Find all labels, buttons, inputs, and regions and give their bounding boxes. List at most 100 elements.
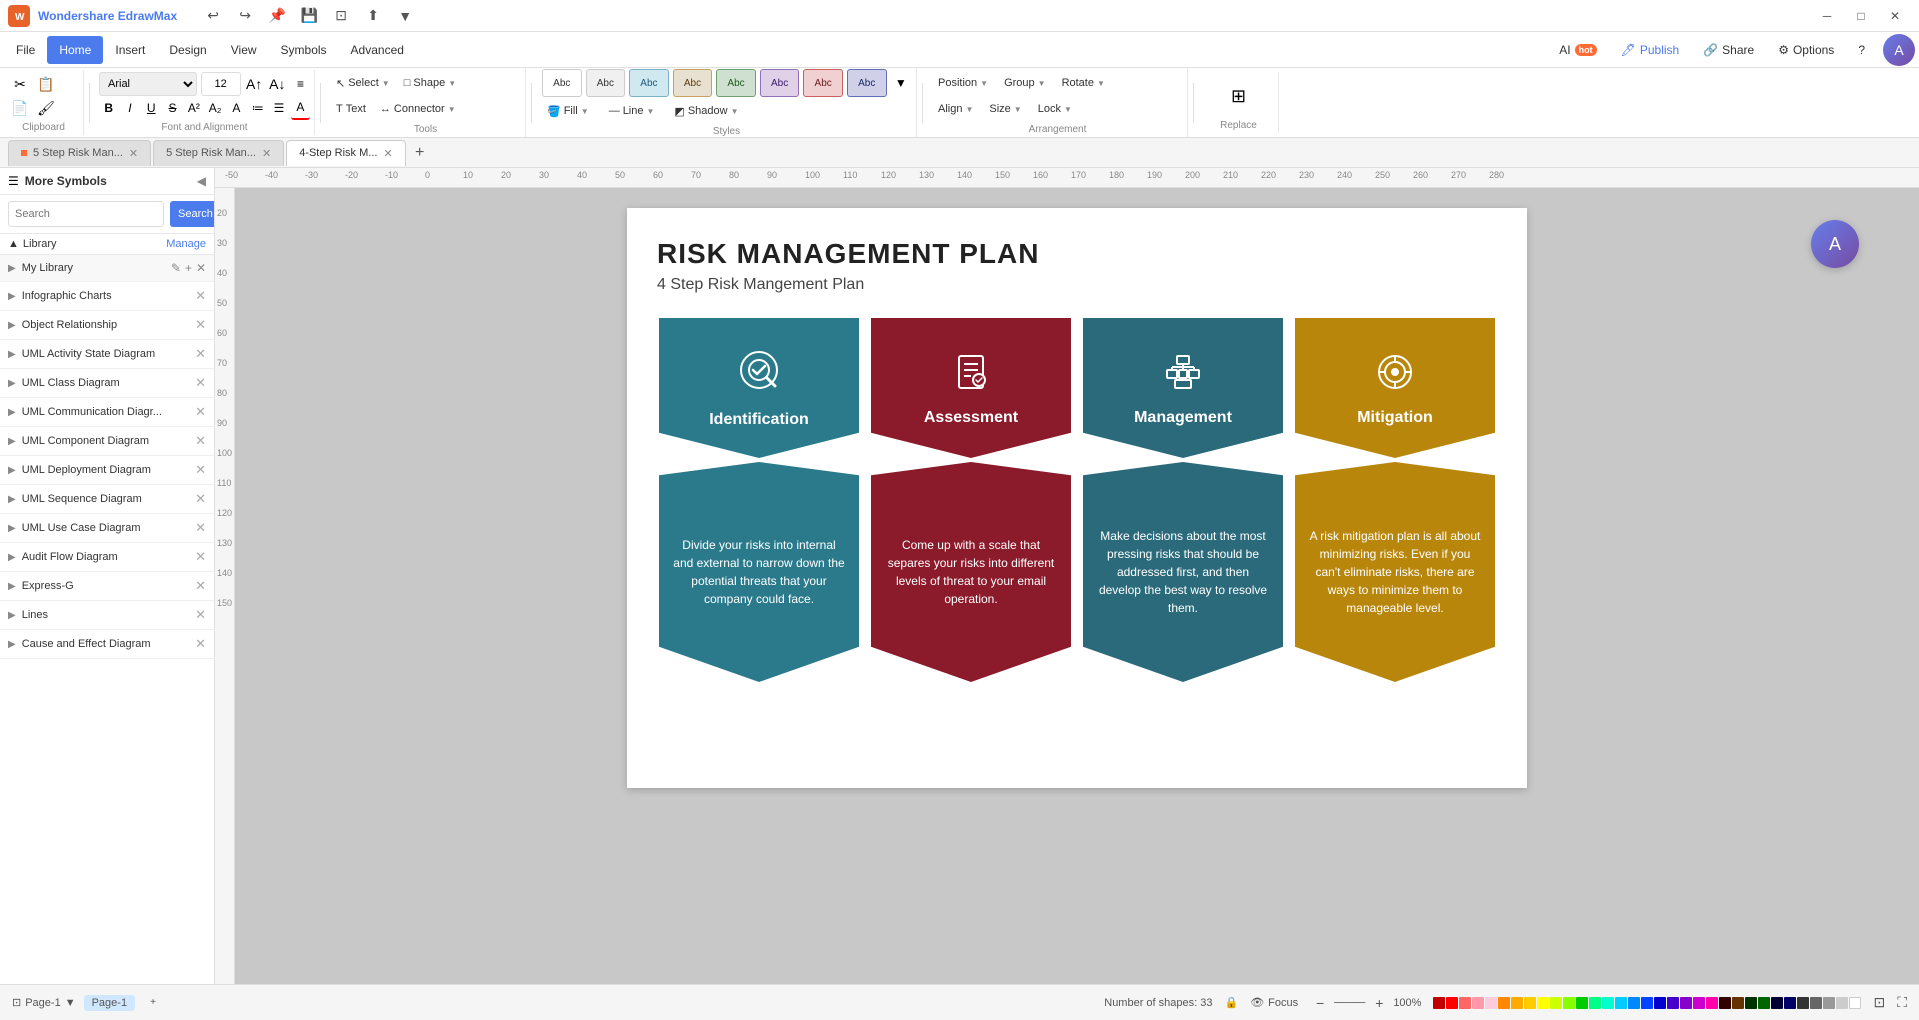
line-button[interactable]: — Line ▼ bbox=[603, 98, 661, 124]
color-swatch[interactable] bbox=[1511, 997, 1523, 1009]
color-swatch[interactable] bbox=[1550, 997, 1562, 1009]
color-swatch[interactable] bbox=[1836, 997, 1848, 1009]
sidebar-collapse-button[interactable]: ◀ bbox=[197, 174, 206, 188]
sidebar-item-uml-component[interactable]: ▶ UML Component Diagram ✕ bbox=[0, 427, 214, 456]
group-button[interactable]: Group ▼ bbox=[998, 70, 1052, 96]
color-swatch[interactable] bbox=[1563, 997, 1575, 1009]
maximize-button[interactable]: □ bbox=[1845, 5, 1877, 27]
menu-design[interactable]: Design bbox=[157, 36, 218, 64]
cut-button[interactable]: ✂ bbox=[8, 72, 32, 96]
style-swatch-4[interactable]: Abc bbox=[673, 69, 713, 97]
close-icon[interactable]: ✕ bbox=[195, 607, 206, 623]
sidebar-item-uml-activity[interactable]: ▶ UML Activity State Diagram ✕ bbox=[0, 340, 214, 369]
color-swatch[interactable] bbox=[1589, 997, 1601, 1009]
options-button[interactable]: ⚙ Options bbox=[1768, 36, 1844, 64]
sidebar-item-my-library[interactable]: ▶ My Library ✎ + ✕ bbox=[0, 255, 214, 282]
color-swatch[interactable] bbox=[1849, 997, 1861, 1009]
color-swatch[interactable] bbox=[1628, 997, 1640, 1009]
color-swatch[interactable] bbox=[1433, 997, 1445, 1009]
close-icon[interactable]: ✕ bbox=[195, 404, 206, 420]
publish-button[interactable]: 🖊 Publish bbox=[1611, 36, 1690, 64]
sidebar-item-uml-deployment[interactable]: ▶ UML Deployment Diagram ✕ bbox=[0, 456, 214, 485]
undo-button[interactable]: ↩ bbox=[201, 4, 225, 28]
menu-file[interactable]: File bbox=[4, 36, 47, 64]
sidebar-item-audit-flow[interactable]: ▶ Audit Flow Diagram ✕ bbox=[0, 543, 214, 572]
menu-symbols[interactable]: Symbols bbox=[269, 36, 339, 64]
menu-view[interactable]: View bbox=[219, 36, 269, 64]
color-swatch[interactable] bbox=[1654, 997, 1666, 1009]
help-button[interactable]: ? bbox=[1848, 36, 1875, 64]
style-swatch-5[interactable]: Abc bbox=[716, 69, 756, 97]
redo-button[interactable]: ↪ bbox=[233, 4, 257, 28]
zoom-out-button[interactable]: − bbox=[1310, 993, 1330, 1013]
close-icon[interactable]: ✕ bbox=[195, 375, 206, 391]
paste-button[interactable]: 📄 bbox=[8, 96, 32, 120]
text-color-button[interactable]: A bbox=[291, 96, 310, 120]
ai-button[interactable]: AI hot bbox=[1549, 36, 1606, 64]
close-icon[interactable]: ✕ bbox=[195, 317, 206, 333]
card-assessment[interactable]: Assessment Come up with a scale that sep… bbox=[871, 318, 1071, 682]
color-swatch[interactable] bbox=[1667, 997, 1679, 1009]
tab-2-close[interactable]: ✕ bbox=[383, 147, 392, 160]
my-library-close-icon[interactable]: ✕ bbox=[196, 261, 206, 275]
text-style-button[interactable]: A bbox=[227, 96, 246, 120]
menu-advanced[interactable]: Advanced bbox=[339, 36, 416, 64]
italic-button[interactable]: I bbox=[120, 96, 139, 120]
font-size-decrease[interactable]: A↓ bbox=[268, 72, 287, 96]
color-swatch[interactable] bbox=[1771, 997, 1783, 1009]
style-swatch-8[interactable]: Abc bbox=[847, 69, 887, 97]
color-swatch[interactable] bbox=[1498, 997, 1510, 1009]
user-avatar[interactable]: A bbox=[1883, 34, 1915, 66]
font-selector[interactable]: Arial bbox=[99, 72, 197, 96]
size-button[interactable]: Size ▼ bbox=[983, 96, 1027, 122]
color-swatch[interactable] bbox=[1615, 997, 1627, 1009]
export-button[interactable]: ⬆ bbox=[361, 4, 385, 28]
color-swatch[interactable] bbox=[1472, 997, 1484, 1009]
more-button[interactable]: ▼ bbox=[393, 4, 417, 28]
card-mitigation[interactable]: Mitigation A risk mitigation plan is all… bbox=[1295, 318, 1495, 682]
align-btn[interactable]: Align ▼ bbox=[932, 96, 979, 122]
zoom-slider[interactable]: ──── bbox=[1334, 997, 1365, 1009]
style-swatch-7[interactable]: Abc bbox=[803, 69, 843, 97]
shadow-button[interactable]: ◩ Shadow ▼ bbox=[668, 98, 744, 124]
list-button[interactable]: ≔ bbox=[248, 96, 267, 120]
tab-1[interactable]: 5 Step Risk Man... ✕ bbox=[153, 140, 284, 166]
color-swatch[interactable] bbox=[1537, 997, 1549, 1009]
color-swatch[interactable] bbox=[1797, 997, 1809, 1009]
position-button[interactable]: Position ▼ bbox=[932, 70, 994, 96]
color-swatch[interactable] bbox=[1758, 997, 1770, 1009]
close-icon[interactable]: ✕ bbox=[195, 520, 206, 536]
tab-0[interactable]: 5 Step Risk Man... ✕ bbox=[8, 140, 151, 166]
sidebar-item-express-g[interactable]: ▶ Express-G ✕ bbox=[0, 572, 214, 601]
color-swatch[interactable] bbox=[1823, 997, 1835, 1009]
close-icon[interactable]: ✕ bbox=[195, 462, 206, 478]
color-swatch[interactable] bbox=[1732, 997, 1744, 1009]
tab-2[interactable]: 4-Step Risk M... ✕ bbox=[286, 140, 405, 166]
bold-button[interactable]: B bbox=[99, 96, 118, 120]
lock-button[interactable]: Lock ▼ bbox=[1032, 96, 1078, 122]
copy-button[interactable]: 📋 bbox=[34, 72, 58, 96]
color-swatch[interactable] bbox=[1810, 997, 1822, 1009]
color-swatch[interactable] bbox=[1745, 997, 1757, 1009]
tab-0-close[interactable]: ✕ bbox=[129, 147, 138, 160]
pin-button[interactable]: 📌 bbox=[265, 4, 289, 28]
fullscreen-button[interactable]: ⛶ bbox=[1897, 994, 1907, 1011]
format-painter-button[interactable]: 🖌 bbox=[34, 96, 58, 120]
color-swatch[interactable] bbox=[1693, 997, 1705, 1009]
sidebar-item-uml-communication[interactable]: ▶ UML Communication Diagr... ✕ bbox=[0, 398, 214, 427]
color-swatch[interactable] bbox=[1576, 997, 1588, 1009]
color-swatch[interactable] bbox=[1446, 997, 1458, 1009]
close-button[interactable]: ✕ bbox=[1879, 5, 1911, 27]
sidebar-item-infographic-charts[interactable]: ▶ Infographic Charts ✕ bbox=[0, 282, 214, 311]
superscript-button[interactable]: A² bbox=[184, 96, 203, 120]
font-size-increase[interactable]: A↑ bbox=[245, 72, 264, 96]
font-size-input[interactable] bbox=[201, 72, 241, 96]
manage-link[interactable]: Manage bbox=[166, 238, 206, 250]
color-swatch[interactable] bbox=[1641, 997, 1653, 1009]
tab-1-close[interactable]: ✕ bbox=[262, 147, 271, 160]
style-swatch-1[interactable]: Abc bbox=[542, 69, 582, 97]
close-icon[interactable]: ✕ bbox=[195, 578, 206, 594]
color-swatch[interactable] bbox=[1680, 997, 1692, 1009]
color-swatch[interactable] bbox=[1719, 997, 1731, 1009]
connector-button[interactable]: ↔ Connector ▼ bbox=[374, 96, 462, 122]
